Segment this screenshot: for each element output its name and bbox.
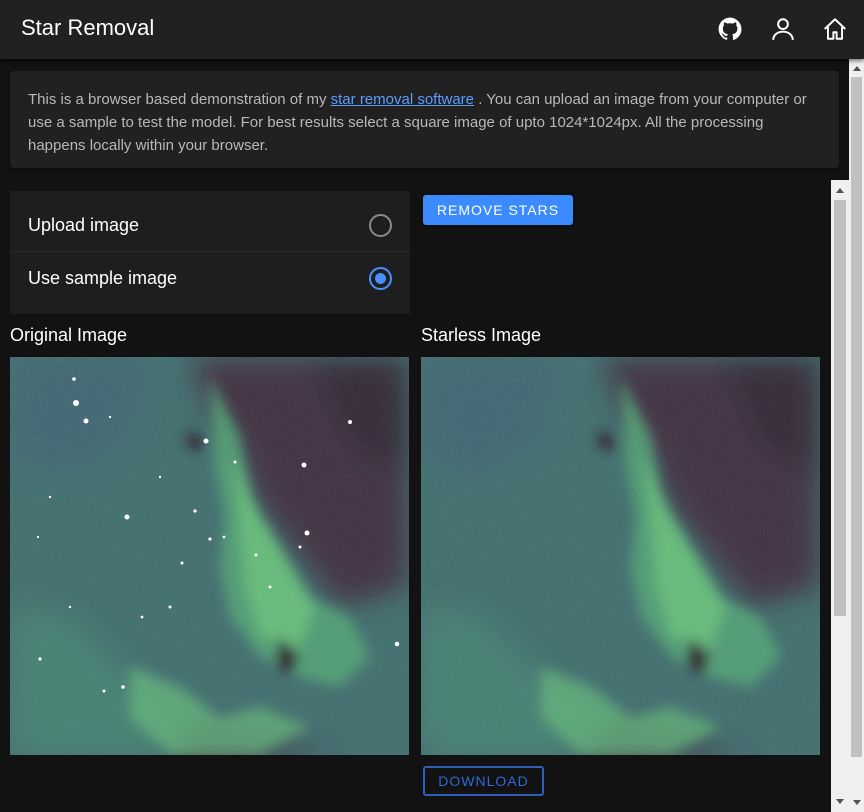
radio-button-sample[interactable] bbox=[369, 267, 392, 290]
info-card: This is a browser based demonstration of… bbox=[10, 71, 839, 168]
image-source-radio-group: Upload image Use sample image bbox=[10, 191, 410, 314]
radio-option-sample[interactable]: Use sample image bbox=[10, 252, 410, 305]
original-image-title: Original Image bbox=[10, 325, 128, 345]
content-scrollbar[interactable] bbox=[831, 180, 849, 812]
page-scrollbar[interactable] bbox=[849, 59, 864, 812]
software-link[interactable]: star removal software bbox=[331, 91, 474, 108]
starless-image-title: Starless Image bbox=[421, 325, 542, 345]
nebula-starless-picture bbox=[421, 357, 820, 755]
scroll-down-arrow-icon[interactable] bbox=[849, 795, 864, 810]
starless-image bbox=[421, 357, 820, 755]
home-icon[interactable] bbox=[821, 14, 849, 44]
user-icon[interactable] bbox=[769, 14, 797, 44]
scroll-up-arrow-icon[interactable] bbox=[831, 183, 849, 198]
info-text-before: This is a browser based demonstration of… bbox=[28, 91, 331, 108]
original-image bbox=[10, 357, 409, 755]
download-button[interactable]: DOWNLOAD bbox=[423, 766, 544, 796]
radio-option-upload[interactable]: Upload image bbox=[10, 199, 410, 252]
nebula-original-picture bbox=[10, 357, 409, 755]
remove-stars-button[interactable]: REMOVE STARS bbox=[423, 195, 573, 225]
scroll-down-arrow-icon[interactable] bbox=[831, 794, 849, 809]
app-title: Star Removal bbox=[21, 15, 155, 40]
scrollbar-thumb[interactable] bbox=[851, 77, 862, 757]
radio-button-upload[interactable] bbox=[369, 214, 392, 237]
scroll-up-arrow-icon[interactable] bbox=[849, 61, 864, 76]
app-bar: Star Removal bbox=[0, 0, 864, 59]
github-icon[interactable] bbox=[716, 14, 744, 44]
radio-label: Upload image bbox=[28, 214, 140, 235]
radio-label: Use sample image bbox=[28, 268, 178, 288]
scrollbar-thumb[interactable] bbox=[834, 200, 846, 616]
